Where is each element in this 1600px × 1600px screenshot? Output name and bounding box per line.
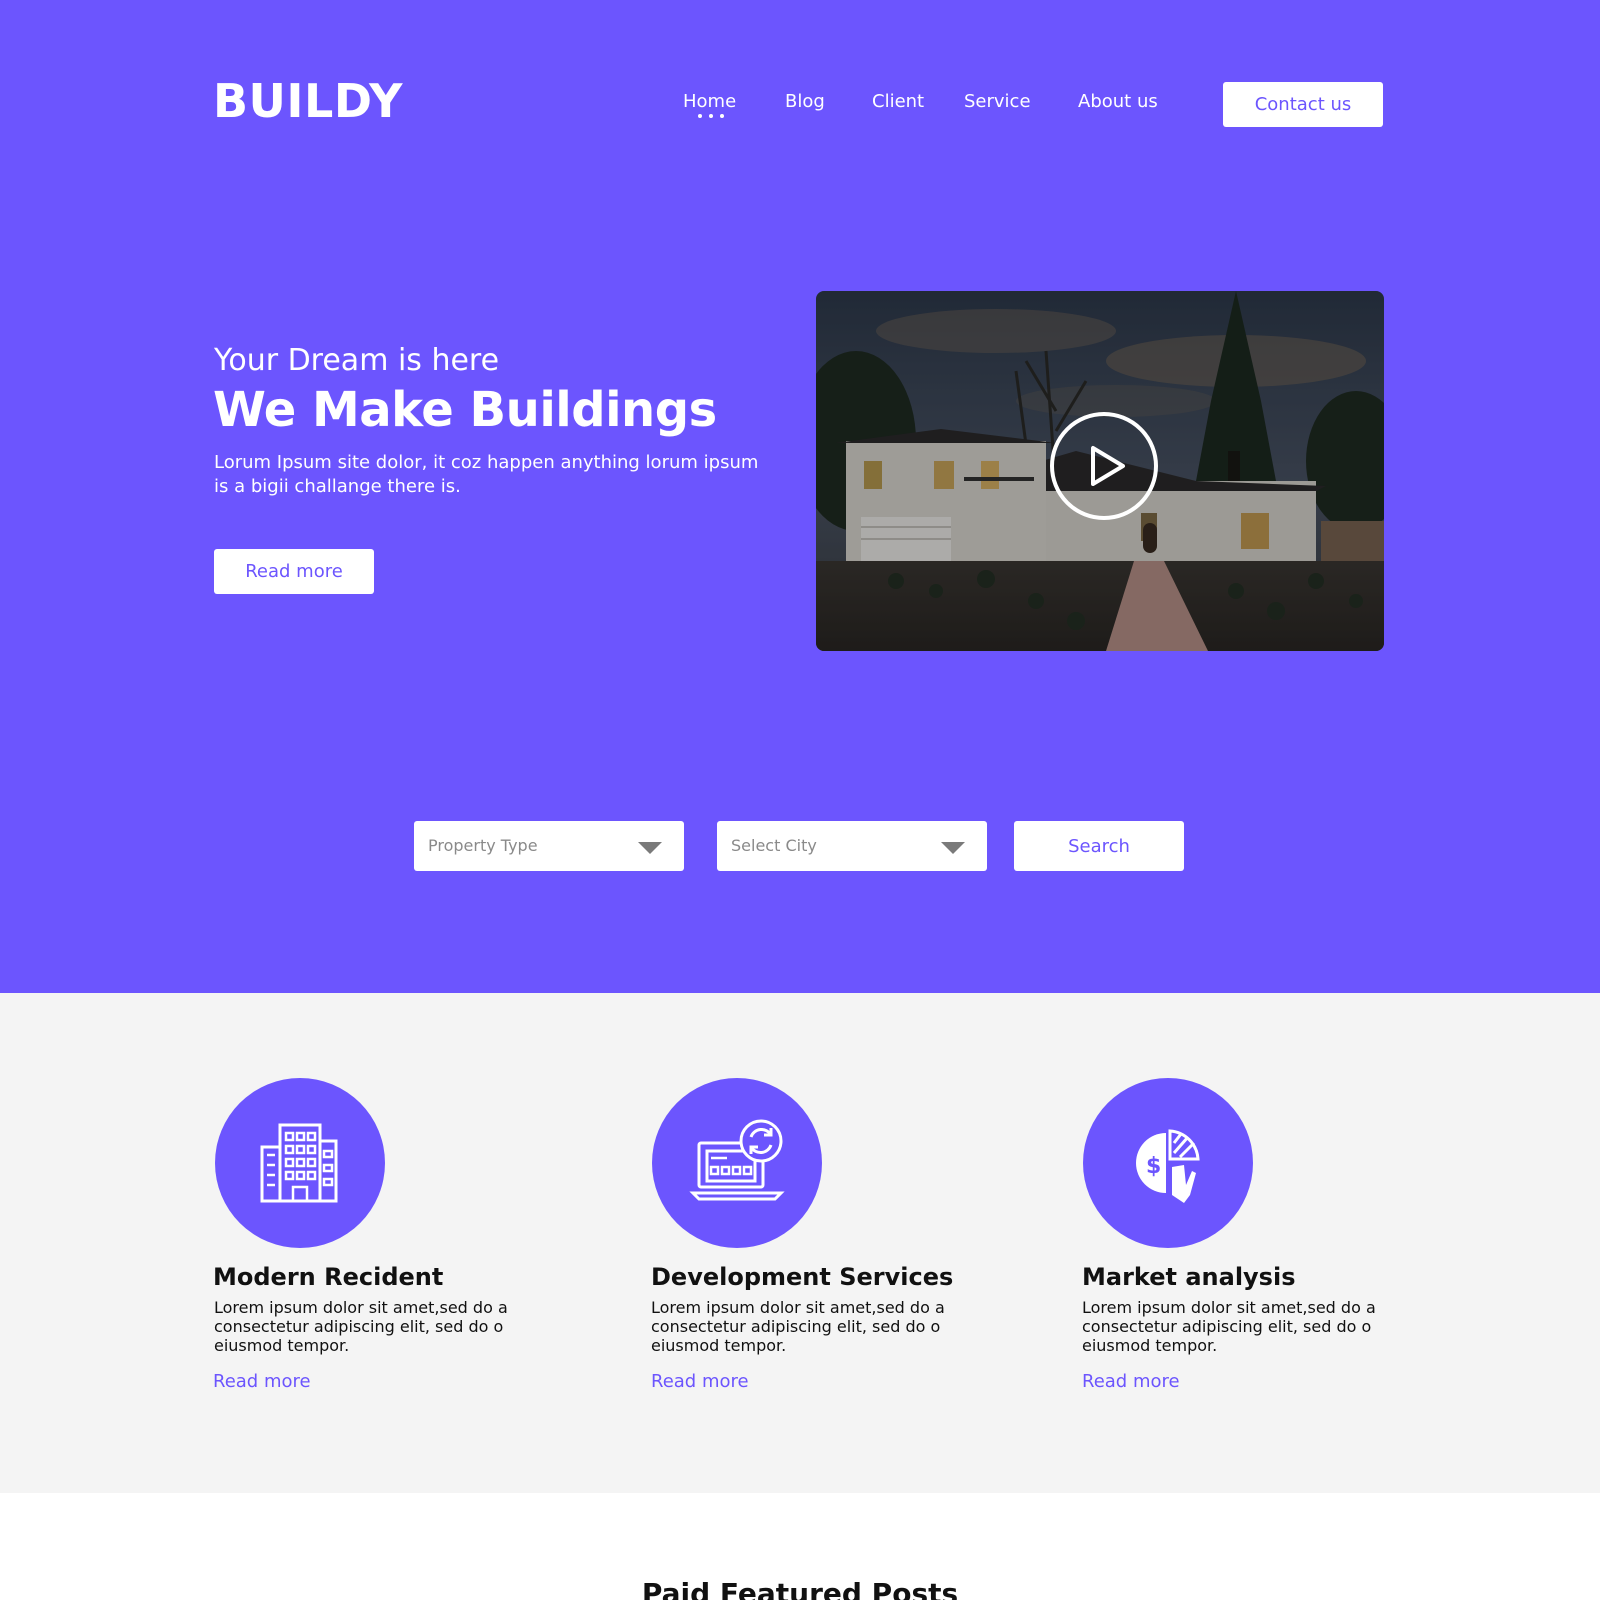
nav-about-us[interactable]: About us xyxy=(1078,91,1158,112)
laptop-refresh-icon xyxy=(652,1078,822,1248)
hero-title: We Make Buildings xyxy=(213,382,717,438)
city-select[interactable]: Select City xyxy=(717,821,987,871)
hero-description: Lorum Ipsum site dolor, it coz happen an… xyxy=(214,452,759,497)
service-text: Lorem ipsum dolor sit amet,sed do a cons… xyxy=(651,1298,945,1355)
service-text: Lorem ipsum dolor sit amet,sed do a cons… xyxy=(1082,1298,1376,1355)
chevron-down-icon xyxy=(638,842,662,854)
pie-chart-hand-icon: $ xyxy=(1083,1078,1253,1248)
nav-active-indicator xyxy=(698,114,724,118)
services-section xyxy=(0,993,1600,1493)
featured-posts-heading: Paid Featured Posts xyxy=(641,1577,959,1600)
nav-blog[interactable]: Blog xyxy=(785,91,825,112)
search-button[interactable]: Search xyxy=(1014,821,1184,871)
logo[interactable]: BUILDY xyxy=(213,74,403,128)
service-read-more-link[interactable]: Read more xyxy=(651,1371,749,1392)
property-type-value: Property Type xyxy=(428,836,538,855)
service-title: Modern Recident xyxy=(213,1263,444,1291)
nav-client[interactable]: Client xyxy=(872,91,924,112)
hero-video[interactable] xyxy=(816,291,1384,651)
hero-read-more-button[interactable]: Read more xyxy=(214,549,374,594)
building-icon xyxy=(215,1078,385,1248)
service-text: Lorem ipsum dolor sit amet,sed do a cons… xyxy=(214,1298,508,1355)
service-title: Development Services xyxy=(651,1263,954,1291)
property-type-select[interactable]: Property Type xyxy=(414,821,684,871)
nav-home[interactable]: Home xyxy=(683,91,736,112)
nav-service[interactable]: Service xyxy=(964,91,1031,112)
service-title: Market analysis xyxy=(1082,1263,1296,1291)
svg-text:$: $ xyxy=(1146,1154,1161,1179)
chevron-down-icon xyxy=(941,842,965,854)
play-icon[interactable] xyxy=(1049,411,1159,521)
contact-us-button[interactable]: Contact us xyxy=(1223,82,1383,127)
service-read-more-link[interactable]: Read more xyxy=(1082,1371,1180,1392)
city-value: Select City xyxy=(731,836,817,855)
service-read-more-link[interactable]: Read more xyxy=(213,1371,311,1392)
hero-subtitle: Your Dream is here xyxy=(214,343,500,378)
